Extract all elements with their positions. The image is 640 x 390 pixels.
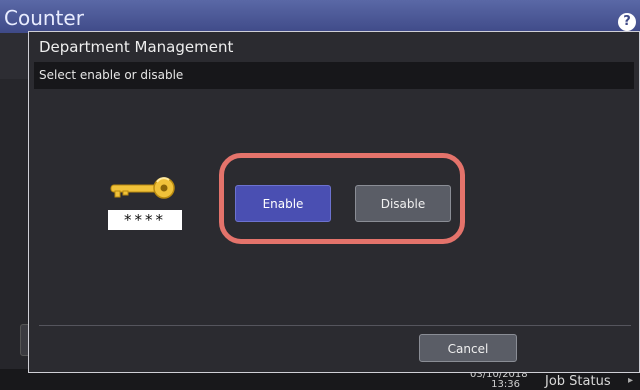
help-icon[interactable]: ? [618,13,636,31]
datetime: 03/10/2018 13:36 [470,370,528,390]
dialog-divider [39,325,631,326]
cancel-button[interactable]: Cancel [419,334,517,362]
enable-button[interactable]: Enable [235,185,331,222]
time-label: 13:36 [491,379,520,390]
instruction-bar: Select enable or disable [34,62,634,89]
app-header [0,0,640,33]
job-status-button[interactable]: Job Status [545,374,611,389]
department-management-dialog: Department Management Select enable or d… [28,31,640,373]
chevron-right-icon: ▸ [628,375,634,386]
password-mask: **** [108,210,182,230]
app-title: Counter [4,6,84,30]
key-icon [110,177,175,199]
disable-button[interactable]: Disable [355,185,451,222]
dialog-title: Department Management [39,38,234,56]
